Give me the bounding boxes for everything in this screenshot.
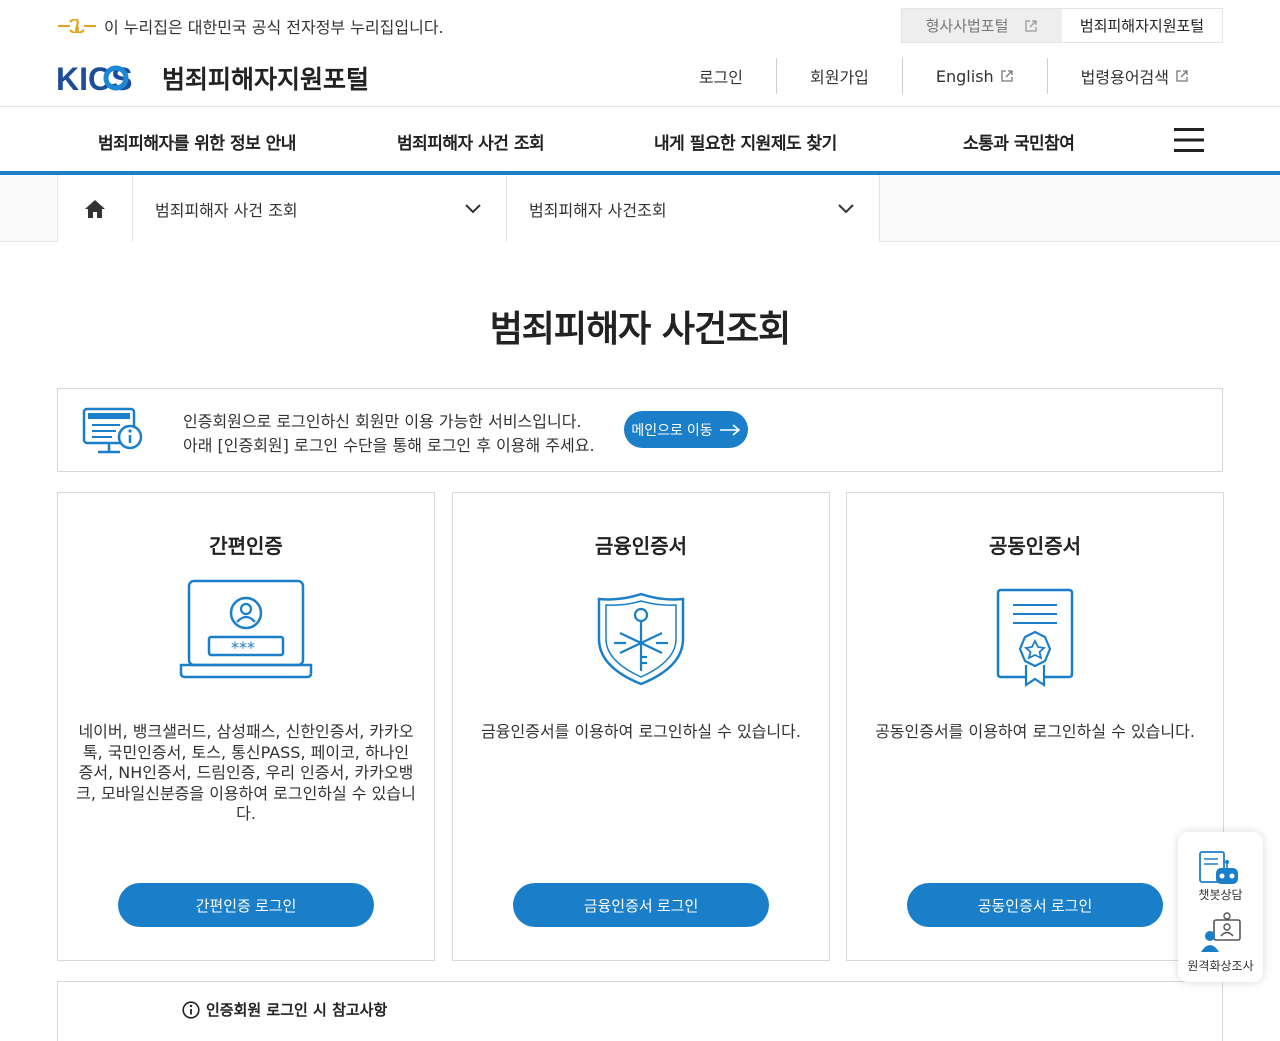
simple-auth-login-button[interactable]: 간편인증 로그인 — [118, 883, 374, 927]
external-link-icon — [1176, 70, 1188, 82]
login-notice-box: 인증회원으로 로그인하신 회원만 이용 가능한 서비스입니다. 아래 [인증회원… — [57, 388, 1223, 472]
info-circle-icon — [182, 1000, 200, 1019]
page-title: 범죄피해자 사건조회 — [489, 309, 792, 350]
reference-title: 인증회원 로그인 시 참고사항 — [206, 1001, 388, 1019]
kics-logo-icon: KICS — [56, 62, 132, 94]
gnb-victim-info[interactable]: 범죄피해자를 위한 정보 안내 — [98, 129, 296, 154]
notice-line-1: 인증회원으로 로그인하신 회원만 이용 가능한 서비스입니다. — [183, 412, 582, 431]
signup-link[interactable]: 회원가입 — [776, 58, 902, 94]
gov-banner-text: 이 누리집은 대한민국 공식 전자정부 누리집입니다. — [104, 18, 444, 37]
gov-emblem-icon — [58, 19, 96, 33]
main-nav: 범죄피해자를 위한 정보 안내 범죄피해자 사건 조회 내게 필요한 지원제도 … — [0, 107, 1280, 171]
chatbot-icon — [1199, 851, 1238, 884]
chatbot-label: 챗봇상담 — [1198, 888, 1243, 902]
site-logo[interactable]: KICS 범죄피해자지원포털 — [56, 60, 369, 96]
arrow-right-icon — [719, 423, 740, 436]
law-term-search-link[interactable]: 법령용어검색 — [1046, 58, 1222, 94]
home-icon — [85, 199, 105, 218]
monitor-info-icon — [82, 407, 143, 454]
card-description: 공동인증서를 이용하여 로그인하실 수 있습니다. — [875, 722, 1195, 741]
tab-criminal-justice-portal[interactable]: 형사사법포털 — [902, 9, 1062, 42]
gov-banner: 이 누리집은 대한민국 공식 전자정부 누리집입니다. 형사사법포털 범죄피해자… — [0, 0, 1280, 50]
chatbot-button[interactable]: 챗봇상담 — [1178, 842, 1263, 906]
card-description: 네이버, 뱅크샐러드, 삼성패스, 신한인증서, 카카오톡, 국민인증서, 토스… — [76, 722, 416, 823]
simple-auth-card: 간편인증 *** 네이버, 뱅크샐러드, 삼성패스, 신한인증서, 카카오톡, … — [57, 492, 435, 961]
card-title: 공동인증서 — [989, 534, 1081, 558]
joint-cert-login-button[interactable]: 공동인증서 로그인 — [907, 883, 1163, 927]
english-link[interactable]: English — [901, 58, 1047, 94]
hamburger-menu-icon[interactable] — [1174, 127, 1204, 153]
home-button[interactable] — [57, 175, 133, 242]
gnb-communication[interactable]: 소통과 국민참여 — [963, 129, 1075, 154]
tab-victim-support-portal[interactable]: 범죄피해자지원포털 — [1062, 9, 1222, 42]
remote-video-button[interactable]: 원격화상조사 — [1178, 912, 1263, 976]
portal-tabs: 형사사법포털 범죄피해자지원포털 — [901, 8, 1223, 43]
card-title: 금융인증서 — [595, 534, 687, 558]
card-description: 금융인증서를 이용하여 로그인하실 수 있습니다. — [481, 722, 801, 741]
login-link[interactable]: 로그인 — [666, 58, 776, 94]
external-link-icon — [1001, 70, 1013, 82]
notice-line-2: 아래 [인증회원] 로그인 수단을 통해 로그인 후 이용해 주세요. — [183, 436, 595, 455]
external-link-icon — [1025, 19, 1038, 32]
remote-video-icon — [1201, 912, 1241, 952]
joint-cert-card: 공동인증서 공동인증서를 이용하여 로그인하실 수 있습니다. 공동인증서 로그… — [846, 492, 1224, 961]
utility-nav: 로그인 회원가입 English 법령용어검색 — [666, 58, 1222, 94]
go-main-button[interactable]: 메인으로 이동 — [624, 411, 748, 448]
certificate-icon — [996, 588, 1074, 688]
financial-cert-card: 금융인증서 금융인증서를 이용하여 로그인하실 수 있습니다. 금융인증서 로그… — [452, 492, 830, 961]
chevron-down-icon — [465, 203, 481, 213]
breadcrumb-level1-select[interactable]: 범죄피해자 사건 조회 — [133, 175, 507, 242]
gnb-case-inquiry[interactable]: 범죄피해자 사건 조회 — [397, 129, 545, 154]
password-mask-text: *** — [231, 638, 255, 657]
card-title: 간편인증 — [209, 534, 283, 558]
chevron-down-icon — [838, 203, 854, 213]
laptop-login-icon: *** — [179, 579, 313, 679]
remote-video-label: 원격화상조사 — [1187, 959, 1254, 973]
logo-site-name: 범죄피해자지원포털 — [162, 65, 370, 94]
shield-key-icon — [597, 592, 685, 686]
gnb-find-support[interactable]: 내게 필요한 지원제도 찾기 — [654, 129, 837, 154]
breadcrumb: 범죄피해자 사건 조회 범죄피해자 사건조회 — [0, 175, 1280, 242]
floating-quick-menu: 챗봇상담 원격화상조사 — [1178, 832, 1263, 982]
financial-cert-login-button[interactable]: 금융인증서 로그인 — [513, 883, 769, 927]
login-reference-box: 인증회원 로그인 시 참고사항 — [57, 981, 1223, 1041]
breadcrumb-level2-select[interactable]: 범죄피해자 사건조회 — [507, 175, 880, 242]
